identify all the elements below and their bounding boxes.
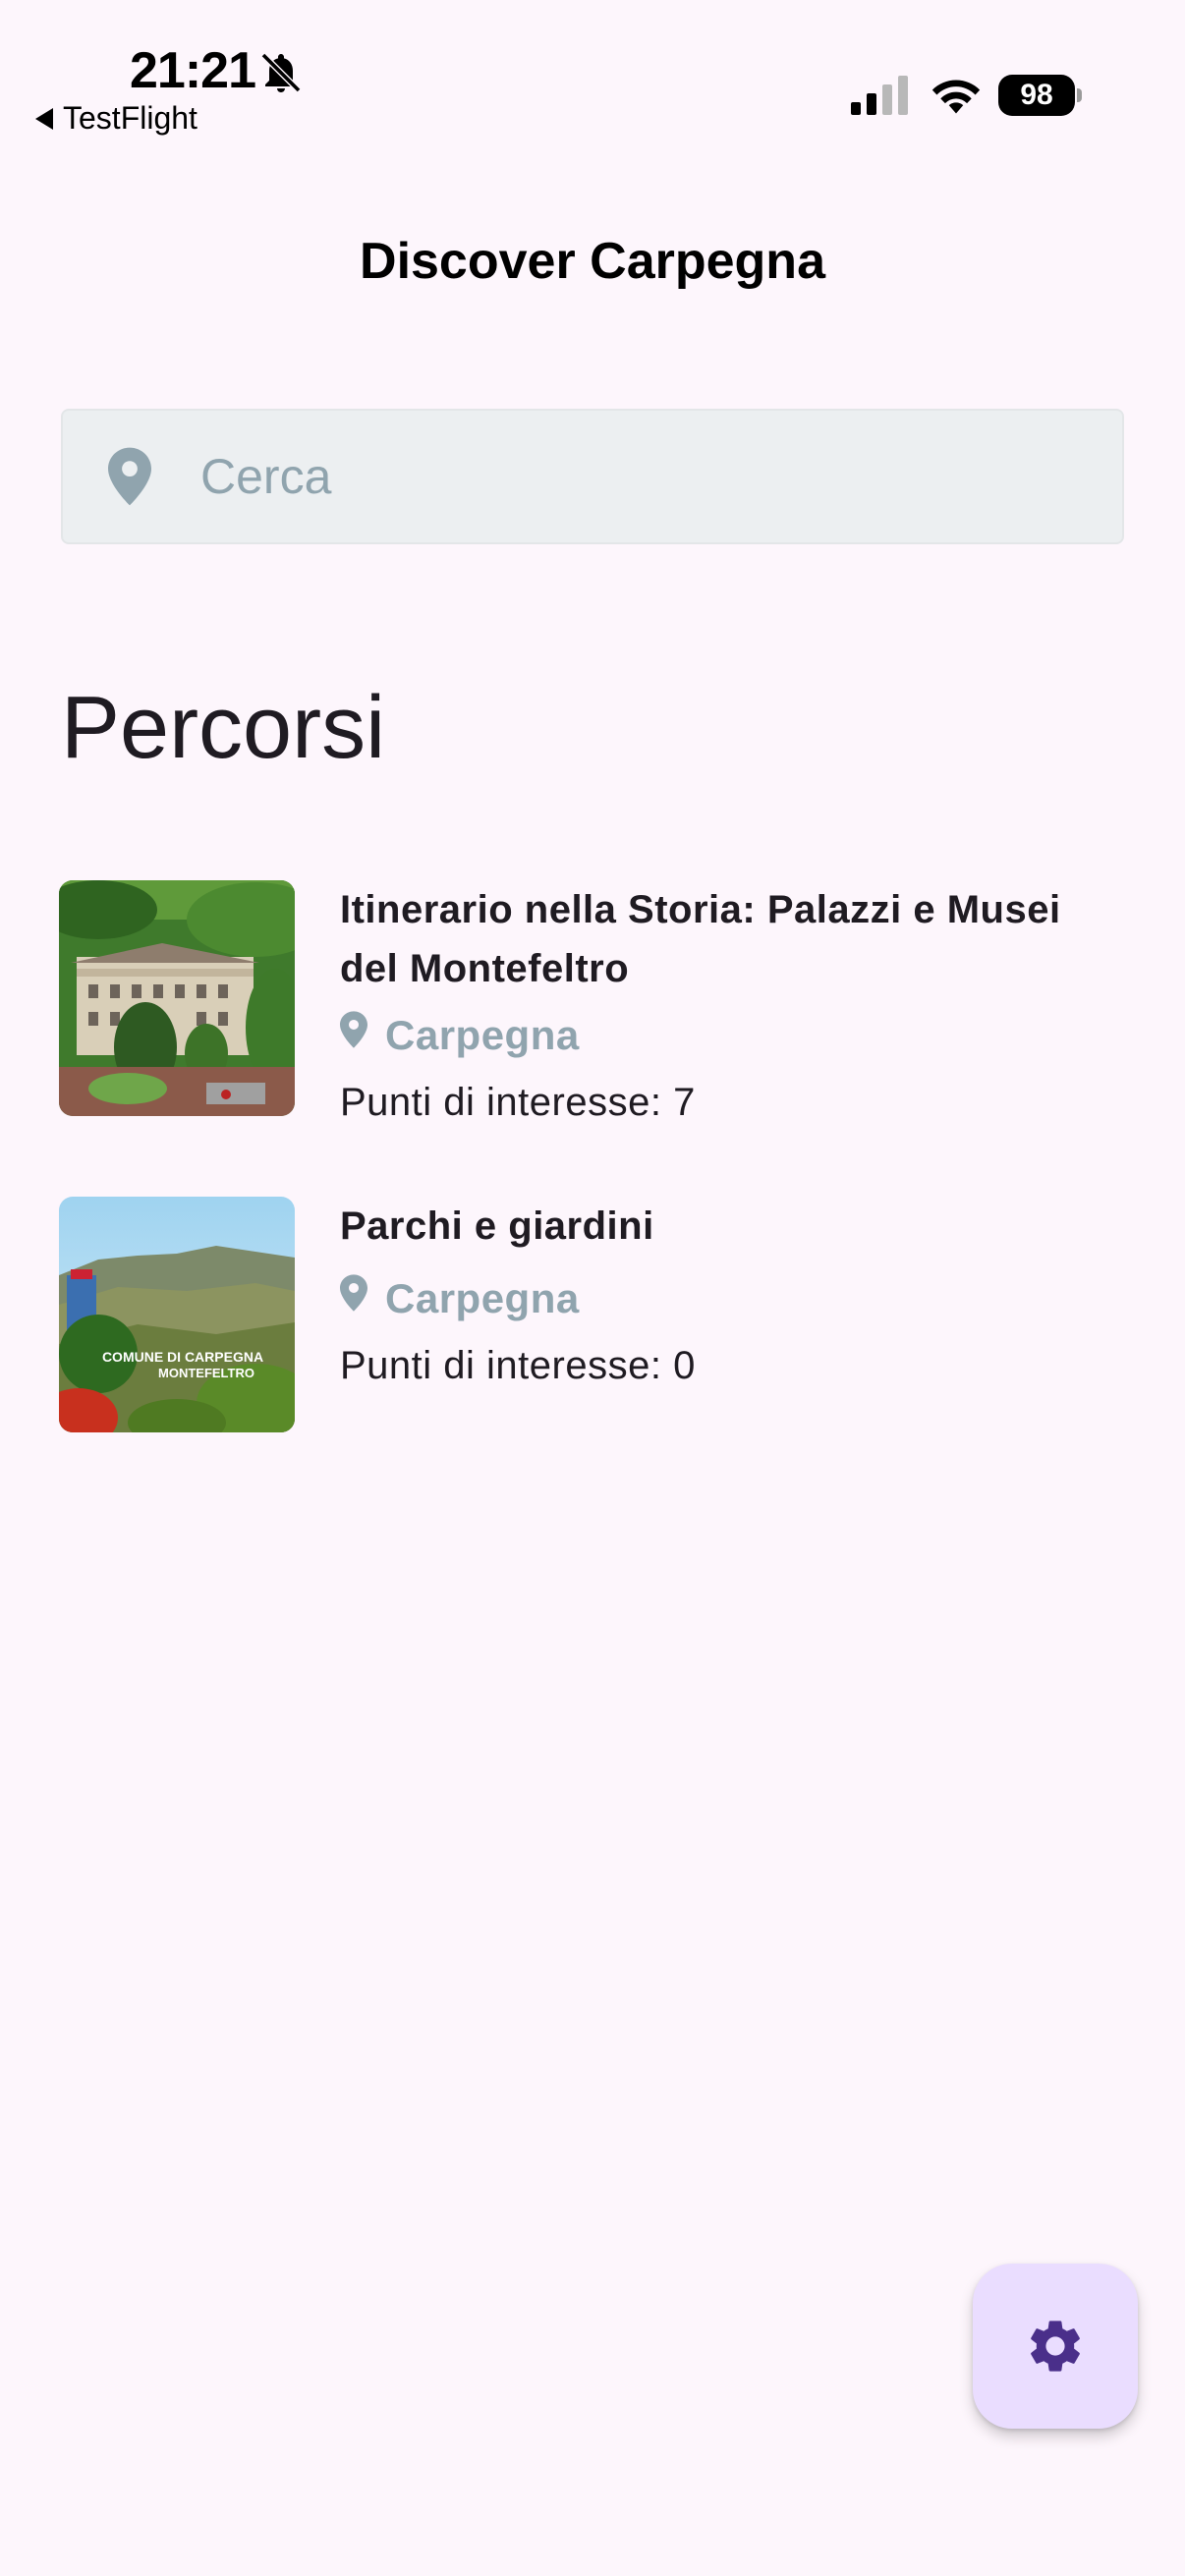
route-item[interactable]: COMUNE DI CARPEGNA MONTEFELTRO Parchi e … bbox=[59, 1197, 1130, 1436]
search-input[interactable] bbox=[200, 448, 1122, 505]
section-title: Percorsi bbox=[61, 679, 386, 777]
route-location: Carpegna bbox=[340, 1011, 1126, 1059]
svg-text:MONTEFELTRO: MONTEFELTRO bbox=[158, 1366, 254, 1380]
back-to-testflight[interactable]: TestFlight bbox=[35, 100, 198, 137]
route-title: Itinerario nella Storia: Palazzi e Musei… bbox=[340, 888, 1061, 990]
route-location: Carpegna bbox=[340, 1274, 1126, 1322]
route-image: COMUNE DI CARPEGNA MONTEFELTRO bbox=[59, 1197, 295, 1432]
wifi-icon bbox=[931, 80, 981, 114]
back-app-label: TestFlight bbox=[63, 100, 198, 136]
route-title: Parchi e giardini bbox=[340, 1204, 654, 1248]
settings-button[interactable] bbox=[973, 2264, 1138, 2429]
gear-icon bbox=[1031, 2321, 1080, 2372]
battery-level: 98 bbox=[998, 75, 1075, 116]
route-location-label: Carpegna bbox=[385, 1012, 580, 1058]
route-poi-count: Punti di interesse: 0 bbox=[340, 1344, 696, 1387]
battery-indicator: 98 bbox=[998, 75, 1082, 116]
route-info: Parchi e giardini Carpegna Punti di inte… bbox=[340, 1197, 1126, 1388]
route-image bbox=[59, 880, 295, 1116]
search-bar[interactable] bbox=[61, 409, 1124, 544]
location-pin-icon bbox=[108, 447, 151, 506]
image-caption: COMUNE DI CARPEGNA bbox=[102, 1349, 263, 1365]
route-poi-count: Punti di interesse: 7 bbox=[340, 1081, 696, 1124]
location-pin-icon bbox=[340, 1274, 367, 1312]
bell-slash-icon bbox=[260, 52, 302, 93]
route-location-label: Carpegna bbox=[385, 1275, 580, 1321]
location-pin-icon bbox=[340, 1011, 367, 1048]
page-title: Discover Carpegna bbox=[360, 233, 825, 290]
route-item[interactable]: Itinerario nella Storia: Palazzi e Musei… bbox=[59, 880, 1130, 1155]
cellular-signal-icon bbox=[851, 76, 908, 115]
route-info: Itinerario nella Storia: Palazzi e Musei… bbox=[340, 880, 1126, 1125]
status-time: 21:21 bbox=[130, 42, 256, 99]
back-arrow-icon bbox=[35, 107, 53, 130]
